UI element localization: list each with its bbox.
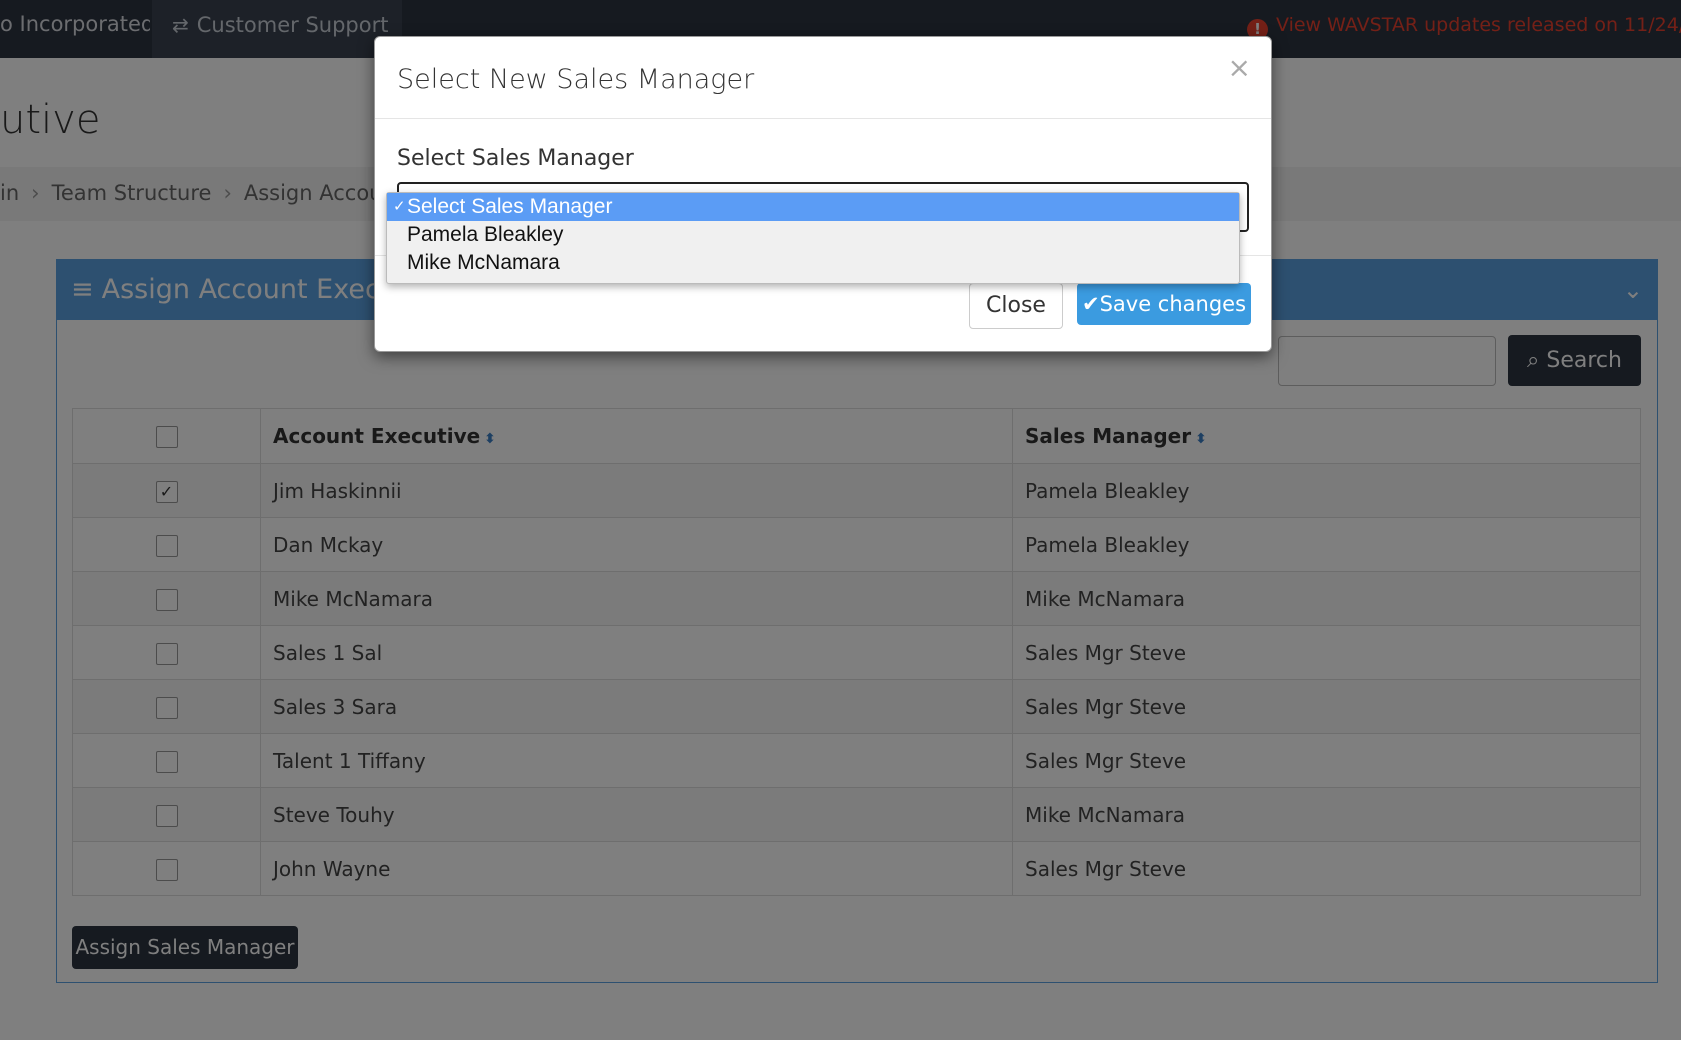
option-pamela-bleakley[interactable]: Pamela Bleakley	[387, 221, 1239, 249]
sales-manager-options-list: ✓ Select Sales Manager Pamela Bleakley Mi…	[386, 192, 1240, 284]
save-changes-label: Save changes	[1099, 292, 1247, 316]
close-button[interactable]: Close	[969, 283, 1063, 329]
option-label: Select Sales Manager	[407, 195, 613, 218]
modal-header-divider	[375, 118, 1271, 119]
checkmark-icon: ✓	[393, 198, 406, 215]
option-mike-mcnamara[interactable]: Mike McNamara	[387, 249, 1239, 277]
checkmark-icon: ✔	[1081, 292, 1100, 316]
option-select-sales-manager[interactable]: ✓ Select Sales Manager	[387, 193, 1239, 221]
close-icon[interactable]: ×	[1228, 51, 1251, 84]
modal-title: Select New Sales Manager	[397, 64, 755, 95]
sales-manager-field-label: Select Sales Manager	[397, 146, 634, 171]
save-changes-button[interactable]: ✔Save changes	[1077, 283, 1251, 325]
